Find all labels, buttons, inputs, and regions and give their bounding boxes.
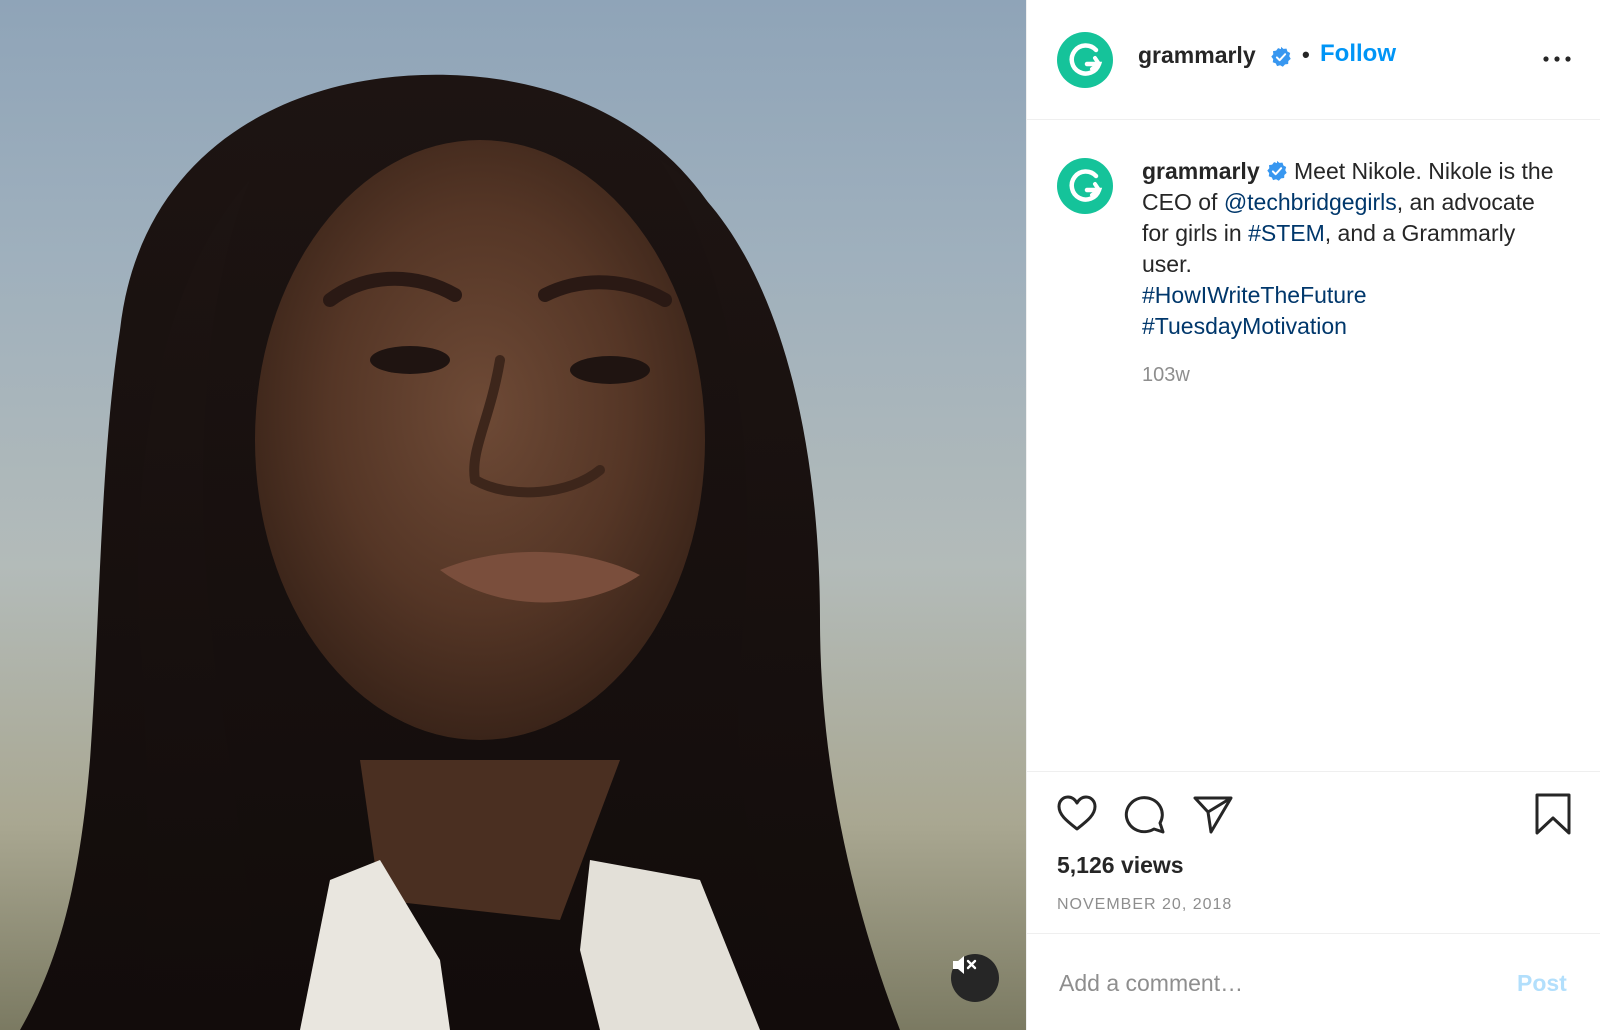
verified-badge-icon xyxy=(1271,46,1291,67)
post-video[interactable] xyxy=(0,0,1026,1030)
avatar[interactable] xyxy=(1057,32,1113,88)
mention-link[interactable]: @techbridgegirls xyxy=(1224,189,1397,215)
video-frame xyxy=(20,74,900,1030)
caption-avatar[interactable] xyxy=(1057,158,1113,214)
comment-input[interactable] xyxy=(1057,964,1481,1002)
header-username[interactable]: grammarly xyxy=(1138,42,1256,69)
post-age[interactable]: 103w xyxy=(1142,364,1190,387)
hashtag-link[interactable]: #TuesdayMotivation xyxy=(1142,313,1347,339)
post-side-panel: grammarly • Follow grammarly Meet Nikole… xyxy=(1026,0,1600,1030)
post-comment-button[interactable]: Post xyxy=(1517,970,1567,997)
comment-icon[interactable] xyxy=(1123,792,1167,836)
grammarly-logo-icon xyxy=(1069,169,1103,202)
post-caption: grammarly Meet Nikole. Nikole is the CEO… xyxy=(1142,156,1562,342)
views-count[interactable]: 5,126 views xyxy=(1057,852,1184,879)
post-header: grammarly • Follow xyxy=(1027,0,1600,120)
hashtag-link[interactable]: #STEM xyxy=(1248,220,1325,246)
post-view: grammarly • Follow grammarly Meet Nikole… xyxy=(0,0,1600,1030)
share-icon[interactable] xyxy=(1191,792,1235,836)
more-options-icon[interactable] xyxy=(1539,44,1575,74)
caption-username[interactable]: grammarly xyxy=(1142,158,1260,184)
follow-button[interactable]: Follow xyxy=(1320,40,1396,68)
separator-dot: • xyxy=(1302,42,1310,67)
comment-form: Post xyxy=(1027,934,1600,1030)
mute-button[interactable] xyxy=(951,954,999,1002)
verified-badge-icon xyxy=(1266,160,1287,181)
action-bar: 5,126 views NOVEMBER 20, 2018 xyxy=(1027,772,1600,934)
hashtag-link[interactable]: #HowIWriteTheFuture xyxy=(1142,282,1367,308)
post-date: NOVEMBER 20, 2018 xyxy=(1057,896,1233,913)
grammarly-logo-icon xyxy=(1069,43,1103,76)
heart-icon[interactable] xyxy=(1055,792,1099,836)
caption-area: grammarly Meet Nikole. Nikole is the CEO… xyxy=(1027,120,1600,772)
bookmark-icon[interactable] xyxy=(1531,792,1575,836)
